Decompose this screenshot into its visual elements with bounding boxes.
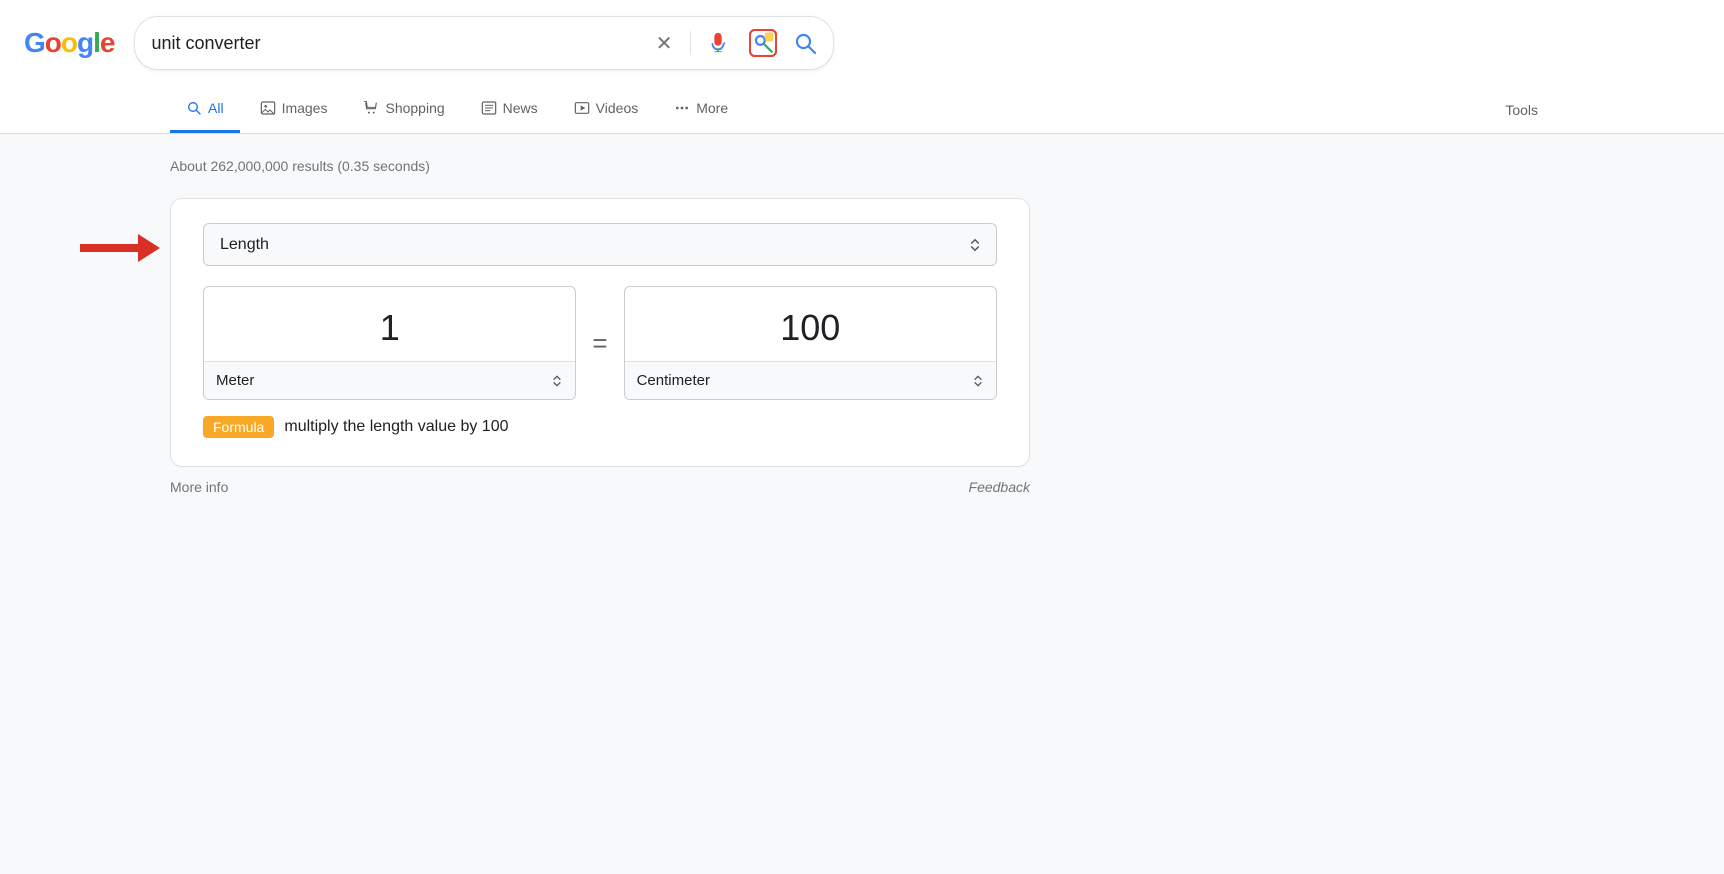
search-bar: ✕: [134, 16, 834, 70]
google-logo: Google: [24, 27, 114, 59]
microphone-button[interactable]: [703, 28, 733, 58]
tab-news[interactable]: News: [465, 86, 554, 133]
arrow-shaft: [80, 244, 138, 252]
tab-videos-label: Videos: [596, 100, 639, 116]
converter-row: 1 Meter Kilometer Centimeter Millimeter …: [203, 286, 997, 400]
news-tab-icon: [481, 100, 497, 116]
tabs-bar: All Images Shopping News Vide: [0, 86, 1724, 134]
results-area: About 262,000,000 results (0.35 seconds)…: [0, 134, 1724, 507]
microphone-icon: [707, 32, 729, 54]
search-tab-icon: [186, 100, 202, 116]
tab-more-label: More: [696, 100, 728, 116]
feedback-link[interactable]: Feedback: [969, 479, 1030, 495]
tab-videos[interactable]: Videos: [558, 86, 655, 133]
converter-card: Length Area Volume Mass Temperature Spee…: [170, 198, 1030, 467]
tab-images[interactable]: Images: [244, 86, 344, 133]
more-tab-icon: [674, 100, 690, 116]
widget-container: Length Area Volume Mass Temperature Spee…: [170, 198, 1554, 507]
logo-o2: o: [61, 27, 77, 58]
to-unit-select[interactable]: Centimeter Meter Kilometer Millimeter Mi…: [625, 362, 996, 399]
equals-sign: =: [592, 328, 607, 359]
tab-shopping-label: Shopping: [385, 100, 444, 116]
tab-all-label: All: [208, 100, 224, 116]
arrow-head: [138, 234, 160, 262]
shopping-tab-icon: [363, 100, 379, 116]
formula-text: multiply the length value by 100: [284, 418, 508, 436]
formula-row: Formula multiply the length value by 100: [203, 416, 997, 438]
tab-more[interactable]: More: [658, 86, 744, 133]
videos-tab-icon: [574, 100, 590, 116]
search-bar-divider: [690, 31, 691, 55]
logo-e: e: [100, 27, 115, 58]
search-icon: [793, 31, 817, 55]
from-unit-select[interactable]: Meter Kilometer Centimeter Millimeter Mi…: [204, 362, 575, 399]
header: Google ✕: [0, 0, 1724, 86]
from-value[interactable]: 1: [204, 287, 575, 362]
tab-news-label: News: [503, 100, 538, 116]
formula-badge: Formula: [203, 416, 274, 438]
to-box: 100 Centimeter Meter Kilometer Millimete…: [624, 286, 997, 400]
footer-links: More info Feedback: [170, 467, 1030, 507]
lens-button[interactable]: [745, 25, 781, 61]
from-box: 1 Meter Kilometer Centimeter Millimeter …: [203, 286, 576, 400]
to-value[interactable]: 100: [625, 287, 996, 362]
tools-button[interactable]: Tools: [1489, 88, 1554, 132]
images-tab-icon: [260, 100, 276, 116]
lens-icon: [749, 29, 777, 57]
tab-shopping[interactable]: Shopping: [347, 86, 460, 133]
logo-o1: o: [45, 27, 61, 58]
search-input[interactable]: [151, 33, 637, 54]
unit-type-select[interactable]: Length Area Volume Mass Temperature Spee…: [203, 223, 997, 266]
search-button[interactable]: [793, 31, 817, 55]
logo-g: G: [24, 27, 45, 58]
tab-images-label: Images: [282, 100, 328, 116]
logo-g2: g: [77, 27, 93, 58]
more-info-link[interactable]: More info: [170, 479, 228, 495]
results-stats: About 262,000,000 results (0.35 seconds): [170, 146, 1554, 186]
logo-l: l: [93, 27, 100, 58]
tab-all[interactable]: All: [170, 86, 240, 133]
clear-button[interactable]: ✕: [650, 29, 679, 58]
